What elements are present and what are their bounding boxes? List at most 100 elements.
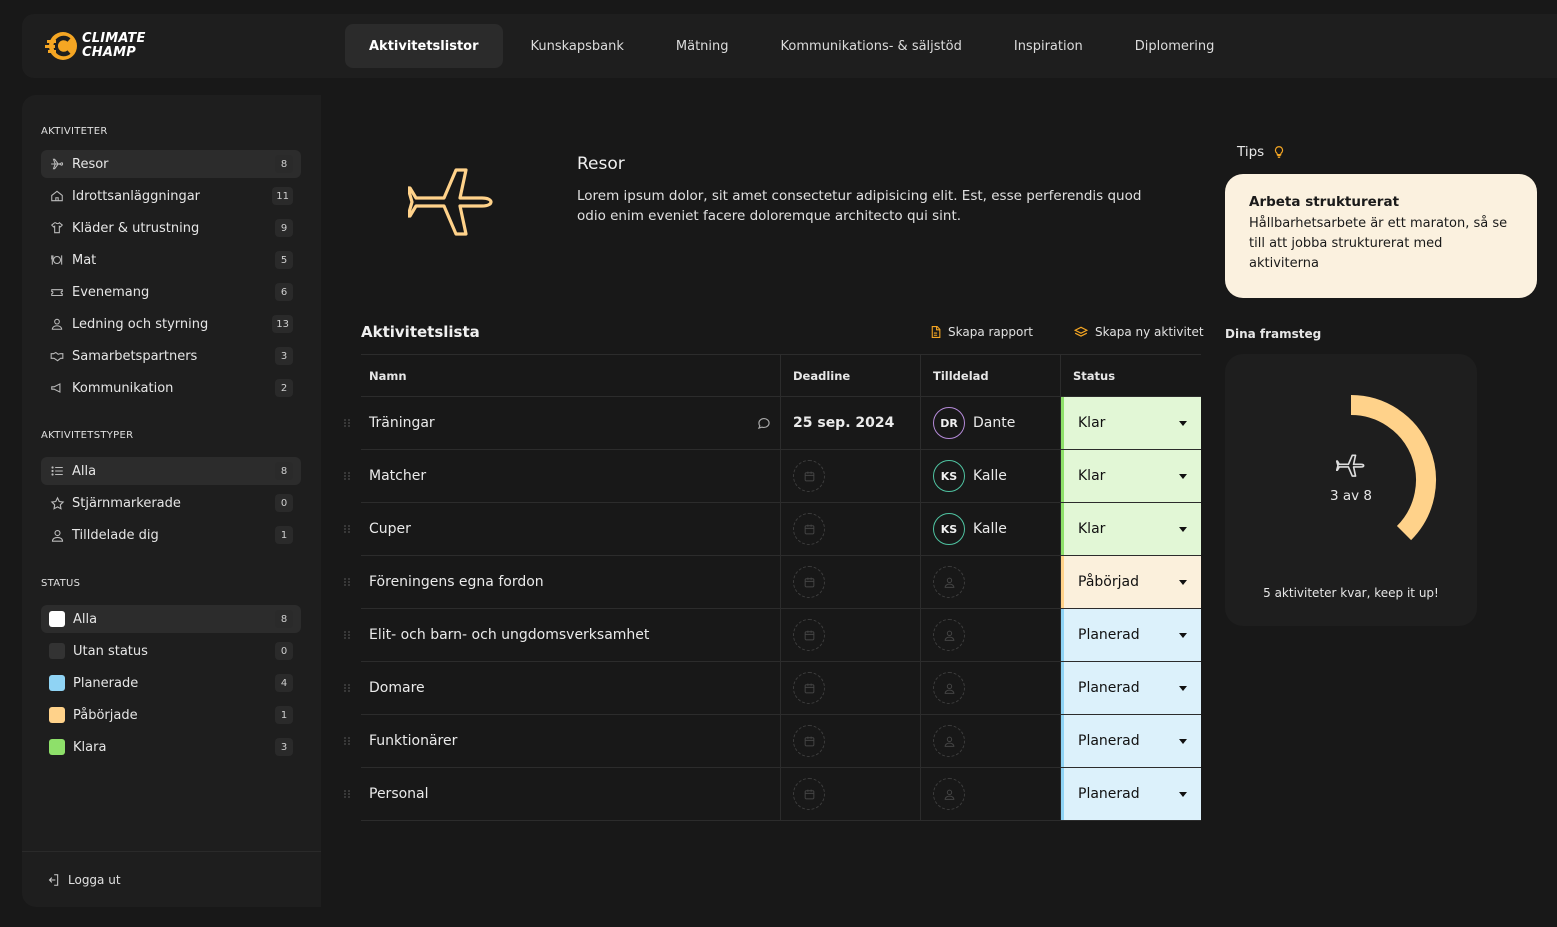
cell-name: Domare [344, 662, 781, 714]
logo[interactable]: CLIMATE CHAMP [44, 29, 146, 63]
table-row[interactable]: Föreningens egna fordon Påbörjad [344, 556, 1201, 609]
status-value: Planerad [1078, 786, 1140, 802]
assignee-placeholder[interactable] [933, 778, 965, 810]
status-dropdown[interactable]: Planerad [1061, 662, 1201, 714]
nav-matning[interactable]: Mätning [652, 24, 753, 68]
activity-name[interactable]: Funktionärer [369, 733, 457, 749]
table-row[interactable]: Elit- och barn- och ungdomsverksamhet Pla… [344, 609, 1201, 662]
cell-assignee[interactable]: DR Dante [921, 397, 1061, 449]
sidebar-item-kommunikation[interactable]: Kommunikation 2 [41, 374, 301, 402]
status-dropdown[interactable]: Klar [1061, 503, 1201, 555]
cell-assignee[interactable] [921, 662, 1061, 714]
assignee-placeholder[interactable] [933, 672, 965, 704]
sidebar-item-stjarnmarkerade[interactable]: Stjärnmarkerade 0 [41, 489, 301, 517]
status-dropdown[interactable]: Klar [1061, 450, 1201, 502]
sidebar-item-samarbetspartners[interactable]: Samarbetspartners 3 [41, 342, 301, 370]
progress-count: 3 av 8 [1329, 488, 1373, 504]
cell-deadline[interactable] [781, 715, 921, 767]
nav-kunskapsbank[interactable]: Kunskapsbank [507, 24, 648, 68]
cell-deadline[interactable] [781, 503, 921, 555]
deadline-placeholder[interactable] [793, 725, 825, 757]
sidebar-item-idrottsanlaggningar[interactable]: Idrottsanläggningar 11 [41, 182, 301, 210]
status-dropdown[interactable]: Påbörjad [1061, 556, 1201, 608]
sidebar-item-klara[interactable]: Klara 3 [41, 733, 301, 761]
cell-assignee[interactable]: KS Kalle [921, 450, 1061, 502]
cell-deadline[interactable] [781, 450, 921, 502]
table-row[interactable]: Träningar 25 sep. 2024 DR Dante Klar [344, 397, 1201, 450]
cell-assignee[interactable] [921, 556, 1061, 608]
header-deadline[interactable]: Deadline [781, 355, 921, 396]
activity-name[interactable]: Elit- och barn- och ungdomsverksamhet [369, 627, 649, 643]
nav-aktivitetslistor[interactable]: Aktivitetslistor [345, 24, 503, 68]
logout-button[interactable]: Logga ut [22, 851, 321, 907]
activity-name[interactable]: Matcher [369, 468, 426, 484]
status-swatch [49, 739, 65, 755]
sidebar-item-planerade[interactable]: Planerade 4 [41, 669, 301, 697]
sidebar-item-paborjade[interactable]: Påbörjade 1 [41, 701, 301, 729]
deadline-placeholder[interactable] [793, 672, 825, 704]
sidebar-item-alla-typer[interactable]: Alla 8 [41, 457, 301, 485]
cell-assignee[interactable] [921, 715, 1061, 767]
header-status[interactable]: Status [1061, 355, 1201, 396]
sidebar-item-mat[interactable]: Mat 5 [41, 246, 301, 274]
sidebar-item-klader-utrustning[interactable]: Kläder & utrustning 9 [41, 214, 301, 242]
sidebar-item-status-alla[interactable]: Alla 8 [41, 605, 301, 633]
cell-name: Träningar [344, 397, 781, 449]
cell-assignee[interactable] [921, 768, 1061, 820]
cell-deadline[interactable] [781, 662, 921, 714]
cell-assignee[interactable] [921, 609, 1061, 661]
table-row[interactable]: Personal Planerad [344, 768, 1201, 821]
assignee-placeholder[interactable] [933, 566, 965, 598]
drag-handle-icon[interactable] [343, 630, 351, 640]
deadline-placeholder[interactable] [793, 619, 825, 651]
status-dropdown[interactable]: Planerad [1061, 609, 1201, 661]
cell-deadline[interactable]: 25 sep. 2024 [781, 397, 921, 449]
chevron-down-icon [1179, 632, 1187, 638]
activity-name[interactable]: Cuper [369, 521, 411, 537]
table-row[interactable]: Domare Planerad [344, 662, 1201, 715]
nav-kommunikation-saljstod[interactable]: Kommunikations- & säljstöd [757, 24, 986, 68]
assignee-placeholder[interactable] [933, 725, 965, 757]
deadline-placeholder[interactable] [793, 460, 825, 492]
status-dropdown[interactable]: Planerad [1061, 768, 1201, 820]
deadline-placeholder[interactable] [793, 778, 825, 810]
drag-handle-icon[interactable] [343, 418, 351, 428]
sidebar-item-evenemang[interactable]: Evenemang 6 [41, 278, 301, 306]
sidebar-item-ledning-styrning[interactable]: Ledning och styrning 13 [41, 310, 301, 338]
header-assigned[interactable]: Tilldelad [921, 355, 1061, 396]
deadline-placeholder[interactable] [793, 566, 825, 598]
sidebar-item-resor[interactable]: Resor 8 [41, 150, 301, 178]
drag-handle-icon[interactable] [343, 789, 351, 799]
chevron-down-icon [1179, 791, 1187, 797]
header-name[interactable]: Namn [361, 355, 781, 396]
table-row[interactable]: Matcher KS Kalle Klar [344, 450, 1201, 503]
cell-assignee[interactable]: KS Kalle [921, 503, 1061, 555]
drag-handle-icon[interactable] [343, 471, 351, 481]
create-report-button[interactable]: Skapa rapport [929, 325, 1033, 339]
cell-deadline[interactable] [781, 768, 921, 820]
tips-card-title: Arbeta strukturerat [1249, 194, 1400, 210]
create-activity-button[interactable]: Skapa ny aktivitet [1073, 325, 1204, 339]
assignee-placeholder[interactable] [933, 619, 965, 651]
status-dropdown[interactable]: Klar [1061, 397, 1201, 449]
drag-handle-icon[interactable] [343, 577, 351, 587]
drag-handle-icon[interactable] [343, 683, 351, 693]
activity-name[interactable]: Personal [369, 786, 429, 802]
activity-name[interactable]: Domare [369, 680, 425, 696]
cell-deadline[interactable] [781, 556, 921, 608]
sidebar-item-utan-status[interactable]: Utan status 0 [41, 637, 301, 665]
drag-handle-icon[interactable] [343, 736, 351, 746]
comment-icon[interactable] [756, 416, 772, 430]
table-row[interactable]: Funktionärer Planerad [344, 715, 1201, 768]
deadline-placeholder[interactable] [793, 513, 825, 545]
cell-deadline[interactable] [781, 609, 921, 661]
nav-inspiration[interactable]: Inspiration [990, 24, 1107, 68]
activity-name[interactable]: Föreningens egna fordon [369, 574, 544, 590]
status-dropdown[interactable]: Planerad [1061, 715, 1201, 767]
sidebar-item-label: Samarbetspartners [72, 348, 198, 364]
nav-diplomering[interactable]: Diplomering [1111, 24, 1239, 68]
sidebar-item-tilldelade-dig[interactable]: Tilldelade dig 1 [41, 521, 301, 549]
drag-handle-icon[interactable] [343, 524, 351, 534]
activity-name[interactable]: Träningar [369, 415, 435, 431]
table-row[interactable]: Cuper KS Kalle Klar [344, 503, 1201, 556]
